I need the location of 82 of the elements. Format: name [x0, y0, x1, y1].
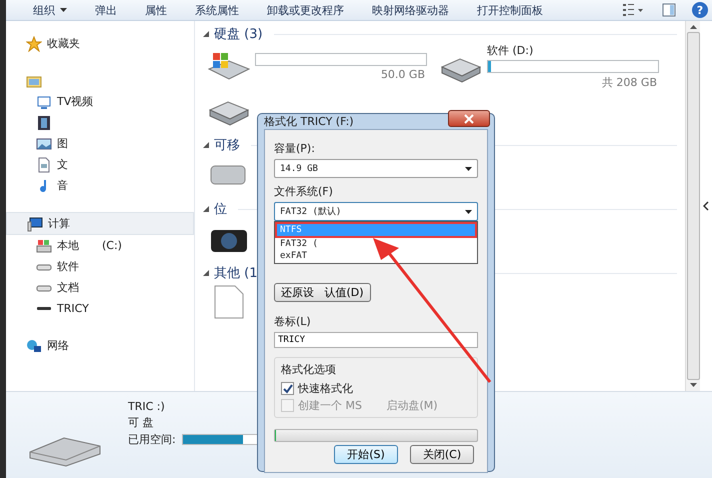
drive-capacity: 50.0 GB	[380, 68, 425, 80]
caret-icon	[465, 166, 472, 170]
toolbar-button[interactable]: 组织	[20, 2, 80, 18]
check-icon	[282, 383, 293, 394]
document-icon	[36, 156, 52, 172]
scroll-down-icon[interactable]	[690, 383, 696, 387]
nav-item[interactable]: 音	[6, 175, 194, 196]
nav-label: 文	[57, 157, 68, 172]
usb-drive-icon	[37, 307, 51, 310]
caret-icon	[60, 8, 67, 12]
preview-pane-icon[interactable]	[662, 3, 676, 17]
toolbar-button[interactable]: 系统属性	[182, 2, 252, 18]
nav-label: 图	[57, 136, 68, 151]
view-options-icon[interactable]	[622, 3, 644, 17]
caret-icon	[465, 210, 472, 214]
nav-item[interactable]: 文档	[6, 277, 194, 298]
collapse-icon[interactable]	[203, 142, 209, 148]
nav-item[interactable]: 收藏夹	[6, 33, 194, 54]
field-label: 容量(P):	[274, 141, 315, 156]
monitor-icon	[36, 94, 52, 110]
toolbar-button[interactable]: 卸载或更改程序	[254, 2, 357, 18]
nav-label: 音	[57, 178, 68, 193]
drive-capacity: 共 208 GB	[602, 75, 657, 90]
nav-item[interactable]: 文	[6, 154, 194, 175]
checkbox-label: 快速格式化	[298, 381, 353, 396]
restore-defaults-button[interactable]: 还原设 认值(D)	[274, 283, 371, 302]
nav-label: 收藏夹	[47, 36, 80, 51]
nav-label: 软件	[57, 259, 79, 274]
toolbar-button[interactable]: 打开控制面板	[464, 2, 556, 18]
drive-name: TRIC :)	[128, 400, 165, 413]
nav-item[interactable]: 本地 (C:)	[6, 235, 194, 256]
nav-label: 本地	[57, 238, 79, 253]
toolbar-button[interactable]: 属性	[132, 2, 180, 18]
scroll-up-icon[interactable]	[690, 25, 696, 29]
dropdown-option[interactable]: exFAT	[275, 250, 477, 262]
drive-type: 可 盘	[128, 415, 154, 430]
network-icon	[26, 338, 42, 354]
used-space-label: 已用空间:	[128, 432, 176, 447]
group-heading: 其他 (1	[214, 265, 258, 282]
dialog-title: 格式化 TRICY (F:)	[264, 114, 354, 129]
group-heading: 硬盘 (3)	[214, 26, 263, 43]
dialog-button[interactable]: 开始(S)	[334, 445, 398, 464]
dropdown-option[interactable]: FAT32 (	[275, 238, 477, 250]
nav-item[interactable]: 图	[6, 133, 194, 154]
group-heading: 可移	[214, 137, 240, 154]
group-label: 格式化选项	[281, 362, 336, 377]
toolbar-button[interactable]: 弹出	[82, 2, 130, 18]
nav-item[interactable]: TRICY	[6, 298, 194, 319]
group-heading: 位	[214, 201, 227, 218]
field-label: 卷标(L)	[274, 314, 311, 329]
close-button[interactable]	[448, 110, 490, 127]
chevron-left-icon[interactable]	[703, 201, 709, 211]
nav-label: (C:)	[102, 239, 122, 252]
film-icon	[36, 114, 52, 130]
nav-item[interactable]: 网络	[6, 335, 194, 356]
checkbox-label: 创建一个 MS 启动盘(M)	[298, 398, 438, 413]
toolbar-button[interactable]: 映射网络驱动器	[359, 2, 462, 18]
nav-item[interactable]: 软件	[6, 256, 194, 277]
field-label: 文件系统(F)	[274, 184, 333, 199]
collapse-icon[interactable]	[203, 31, 209, 37]
file-system-dropdown[interactable]: FAT32 (默认)	[274, 202, 478, 221]
nav-label: TV视频	[57, 94, 94, 109]
capacity-dropdown[interactable]: 14.9 GB	[274, 159, 478, 178]
checkbox[interactable]	[281, 382, 294, 395]
nav-item[interactable]: 计算	[6, 212, 194, 235]
nav-label: 网络	[47, 338, 69, 353]
drive-name: 软件 (D:)	[487, 43, 534, 58]
nav-label: 计算	[48, 216, 70, 231]
nav-label: TRICY	[57, 302, 89, 315]
nav-item[interactable]: TV视频	[6, 91, 194, 112]
help-button[interactable]: ?	[692, 2, 708, 18]
close-icon	[464, 114, 474, 124]
star-icon	[26, 36, 42, 52]
scrollbar[interactable]	[685, 21, 700, 391]
volume-label-field[interactable]: TRICY	[274, 332, 478, 348]
picture-icon	[36, 136, 52, 152]
dialog-button[interactable]: 关闭(C)	[410, 445, 474, 464]
collapse-icon[interactable]	[203, 270, 209, 276]
nav-label: 文档	[57, 280, 79, 295]
collapse-icon[interactable]	[203, 206, 209, 212]
computer-icon	[27, 216, 43, 232]
system-drive-icon	[36, 238, 52, 254]
